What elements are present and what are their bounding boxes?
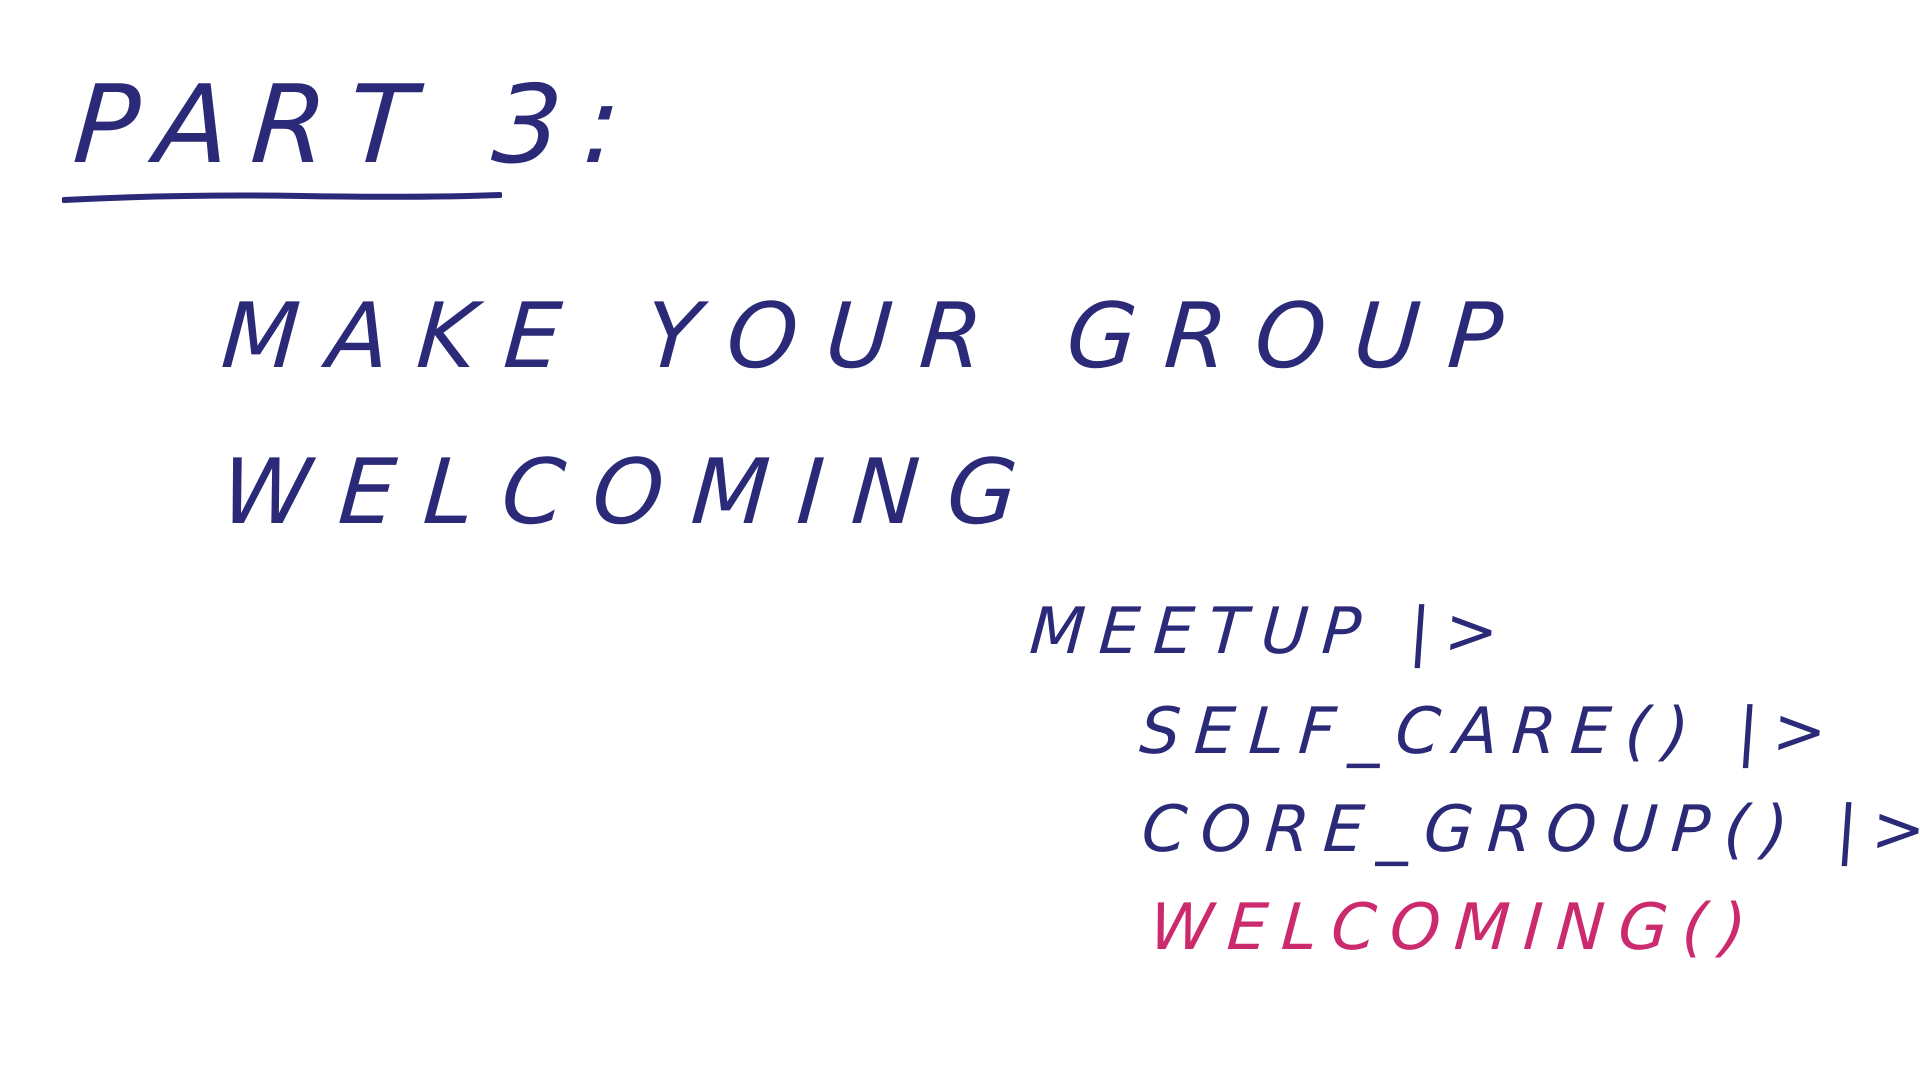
code-line-self-care: SELF_CARE() |>	[1137, 695, 1843, 769]
code-line-meetup: MEETUP |>	[1027, 595, 1515, 669]
code-line-welcoming: WELCOMING()	[1147, 891, 1763, 965]
slide-canvas: PART 3: MAKE YOUR GROUP WELCOMING MEETUP…	[0, 0, 1920, 1080]
headline-line-1: MAKE YOUR GROUP	[218, 284, 1534, 389]
code-line-core-group: CORE_GROUP() |>	[1139, 793, 1920, 867]
code-pipeline: MEETUP |> SELF_CARE() |> CORE_GROUP() |>…	[1027, 595, 1920, 1000]
title-underline	[62, 192, 502, 203]
part-title: PART 3:	[69, 63, 647, 188]
headline-line-2: WELCOMING	[218, 440, 1049, 545]
